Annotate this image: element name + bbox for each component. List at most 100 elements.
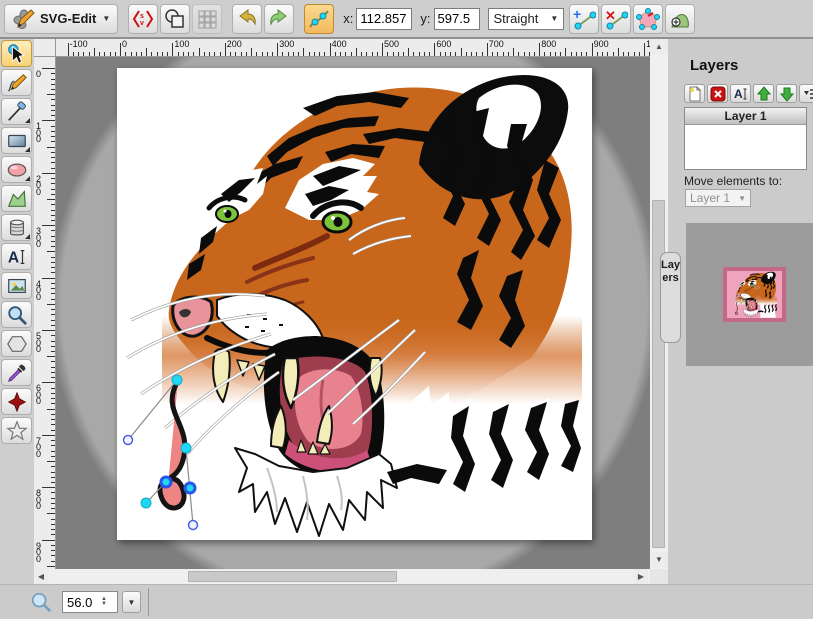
logo-label: SVG-Edit xyxy=(40,11,96,26)
vertical-ruler: 0100200300400500600700800900 xyxy=(34,57,56,569)
insert-node-icon: + xyxy=(572,7,596,31)
new-layer-icon xyxy=(687,86,703,102)
layer-preview-area xyxy=(686,223,813,366)
add-subpath-icon xyxy=(668,7,692,31)
new-layer-button[interactable] xyxy=(684,84,705,103)
tool-image[interactable] xyxy=(1,272,32,299)
tiger-artwork[interactable] xyxy=(127,75,582,538)
x-coordinate-input[interactable] xyxy=(356,8,412,30)
layer-buttons-row: A xyxy=(684,84,813,103)
undo-icon xyxy=(235,7,259,31)
layers-panel-title: Layers xyxy=(690,57,738,74)
wireframe-icon xyxy=(164,8,186,30)
scroll-left-button[interactable]: ◀ xyxy=(34,569,48,584)
layers-sidepanel: Layers A xyxy=(668,39,813,584)
zoom-preset-dropdown[interactable]: ▼ xyxy=(122,591,141,613)
delete-node-icon: ✕ xyxy=(604,7,628,31)
svg-text:A: A xyxy=(734,87,743,101)
svg-edit-logo-icon xyxy=(12,7,36,31)
source-editor-button[interactable]: s v xyxy=(128,4,158,34)
tool-eyedropper[interactable] xyxy=(1,359,32,386)
svg-canvas[interactable] xyxy=(117,68,592,540)
move-layer-down-button[interactable] xyxy=(776,84,797,103)
path-node[interactable] xyxy=(172,375,182,385)
select-arrow-icon xyxy=(6,43,28,65)
tool-star[interactable] xyxy=(1,417,32,444)
layer-menu-button[interactable] xyxy=(799,84,813,103)
link-control-points-button[interactable] xyxy=(304,4,334,34)
segment-type-select[interactable]: Straight ▼ xyxy=(488,8,565,30)
add-subpath-button[interactable] xyxy=(665,4,695,34)
star-tool-icon xyxy=(6,420,28,442)
path-node[interactable] xyxy=(181,443,191,453)
horizontal-scroll-thumb[interactable] xyxy=(188,571,397,582)
insert-node-button[interactable]: + xyxy=(569,4,599,34)
svg-source-icon: s v xyxy=(132,8,154,30)
path-node-selected[interactable] xyxy=(161,477,171,487)
tool-rect[interactable] xyxy=(1,127,32,154)
segment-type-value: Straight xyxy=(494,11,539,26)
left-toolbar: A xyxy=(0,39,34,584)
delete-layer-button[interactable] xyxy=(707,84,728,103)
path-tool-icon xyxy=(6,188,28,210)
tool-text[interactable]: A xyxy=(1,243,32,270)
scroll-up-button[interactable]: ▲ xyxy=(650,39,668,54)
tool-ellipse[interactable] xyxy=(1,156,32,183)
scroll-right-button[interactable]: ▶ xyxy=(634,569,648,584)
zoom-tool-icon xyxy=(6,304,28,326)
rename-layer-icon: A xyxy=(733,86,749,102)
delete-node-button[interactable]: ✕ xyxy=(601,4,631,34)
move-target-select[interactable]: Layer 1 ▼ xyxy=(685,189,751,207)
text-tool-icon: A xyxy=(6,246,28,268)
undo-button[interactable] xyxy=(232,4,262,34)
tool-star-burst[interactable] xyxy=(1,388,32,415)
layer-down-icon xyxy=(779,86,795,102)
tool-zoom[interactable] xyxy=(1,301,32,328)
path-node-selected[interactable] xyxy=(185,483,195,493)
workarea: -10001002003004005006007008009001000 010… xyxy=(34,39,668,584)
main-menu-button[interactable]: SVG-Edit ▼ xyxy=(4,4,118,34)
layers-panel-handle[interactable]: Layers xyxy=(660,252,681,343)
flyout-arrow-icon xyxy=(25,234,30,239)
open-path-button[interactable] xyxy=(633,4,663,34)
control-handle-line xyxy=(128,380,177,440)
hexagon-tool-icon xyxy=(6,333,28,355)
burst-tool-icon xyxy=(6,391,28,413)
redo-icon xyxy=(267,7,291,31)
grid-button[interactable] xyxy=(192,4,222,34)
move-elements-label: Move elements to: xyxy=(684,174,782,188)
zoom-spinner[interactable]: ▲▼ xyxy=(101,597,107,607)
canvas-viewport[interactable] xyxy=(56,57,650,569)
bezier-handle[interactable] xyxy=(124,436,133,445)
y-coordinate-input[interactable] xyxy=(434,8,480,30)
zoom-level-input[interactable] xyxy=(67,595,101,610)
bezier-handle[interactable] xyxy=(189,521,198,530)
top-toolbar: SVG-Edit ▼ s v xyxy=(0,0,813,39)
delete-layer-icon xyxy=(710,86,726,102)
tool-polygon[interactable] xyxy=(1,330,32,357)
bottom-toolbar: ▲▼ ▼ xyxy=(0,584,813,619)
rename-layer-button[interactable]: A xyxy=(730,84,751,103)
move-target-value: Layer 1 xyxy=(690,191,730,205)
layer-row-active[interactable]: Layer 1 xyxy=(685,108,806,125)
tool-line[interactable] xyxy=(1,98,32,125)
path-node[interactable] xyxy=(141,498,151,508)
scroll-down-button[interactable]: ▼ xyxy=(650,552,668,567)
x-coordinate-label: x: xyxy=(343,11,353,26)
select-caret-icon: ▼ xyxy=(738,194,746,203)
horizontal-scrollbar[interactable]: ◀ ▶ xyxy=(34,569,650,584)
svg-text:+: + xyxy=(573,7,581,22)
tool-select[interactable] xyxy=(1,40,32,67)
image-tool-icon xyxy=(6,275,28,297)
pencil-icon xyxy=(6,72,28,94)
svg-text:v: v xyxy=(140,20,144,27)
tool-path[interactable] xyxy=(1,185,32,212)
svg-text:✕: ✕ xyxy=(605,8,616,23)
redo-button[interactable] xyxy=(264,4,294,34)
tool-pencil[interactable] xyxy=(1,69,32,96)
tool-shape-library[interactable] xyxy=(1,214,32,241)
svg-text:A: A xyxy=(7,249,18,266)
horizontal-ruler: -10001002003004005006007008009001000 xyxy=(56,39,650,57)
move-layer-up-button[interactable] xyxy=(753,84,774,103)
wireframe-button[interactable] xyxy=(160,4,190,34)
